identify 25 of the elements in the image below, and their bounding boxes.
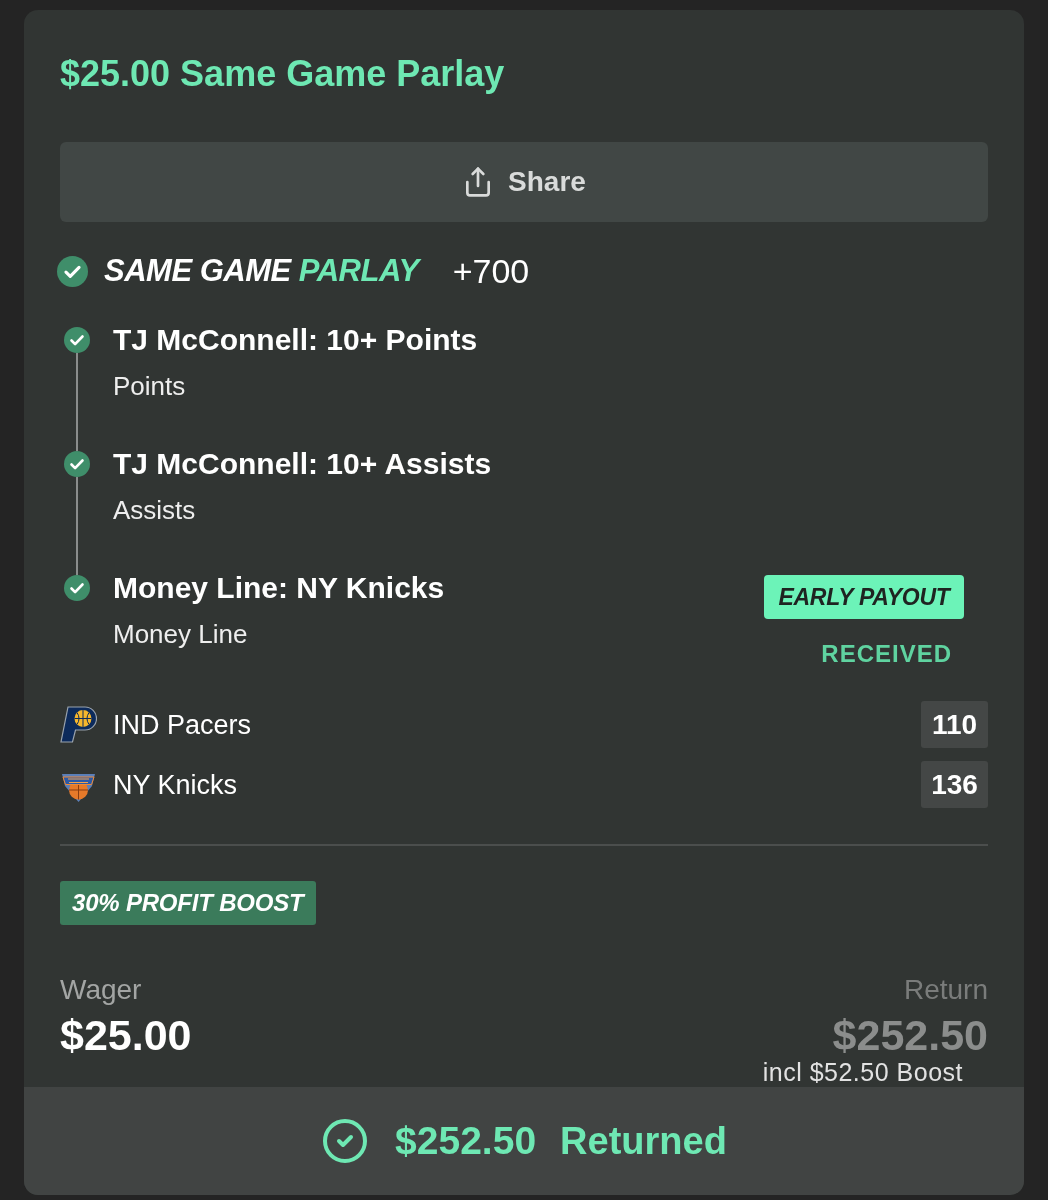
boost-note: incl $52.50 Boost	[762, 1058, 963, 1086]
leg-title: TJ McConnell: 10+ Assists	[113, 446, 492, 482]
team-score: 136	[921, 761, 988, 808]
early-payout-badge: EARLY PAYOUT	[764, 575, 964, 619]
team-score: 110	[921, 701, 988, 748]
p-basketball-logo-icon	[60, 706, 97, 743]
wager-label: Wager	[60, 974, 142, 1006]
leg-title: Money Line: NY Knicks	[113, 570, 445, 606]
return-label: Return	[903, 974, 988, 1006]
share-button[interactable]: Share	[60, 142, 988, 222]
leg-title: TJ McConnell: 10+ Points	[113, 322, 478, 358]
returned-status: Returned	[560, 1119, 727, 1163]
parlay-odds: +700	[452, 252, 530, 290]
wager-amount: $25.00	[60, 1012, 192, 1058]
leg-market: Assists	[113, 495, 196, 525]
check-circle-icon	[321, 1117, 370, 1165]
leg-market: Money Line	[113, 619, 248, 649]
team-name: NY Knicks	[113, 768, 238, 801]
early-payout-status: RECEIVED	[821, 640, 952, 668]
profit-boost-badge: 30% PROFIT BOOST	[60, 881, 316, 925]
leg-market: Points	[113, 371, 186, 401]
return-amount: $252.50	[832, 1012, 988, 1058]
bet-title: $25.00 Same Game Parlay	[60, 54, 505, 94]
returned-amount: $252.50	[395, 1119, 537, 1163]
team-name: IND Pacers	[113, 708, 252, 741]
